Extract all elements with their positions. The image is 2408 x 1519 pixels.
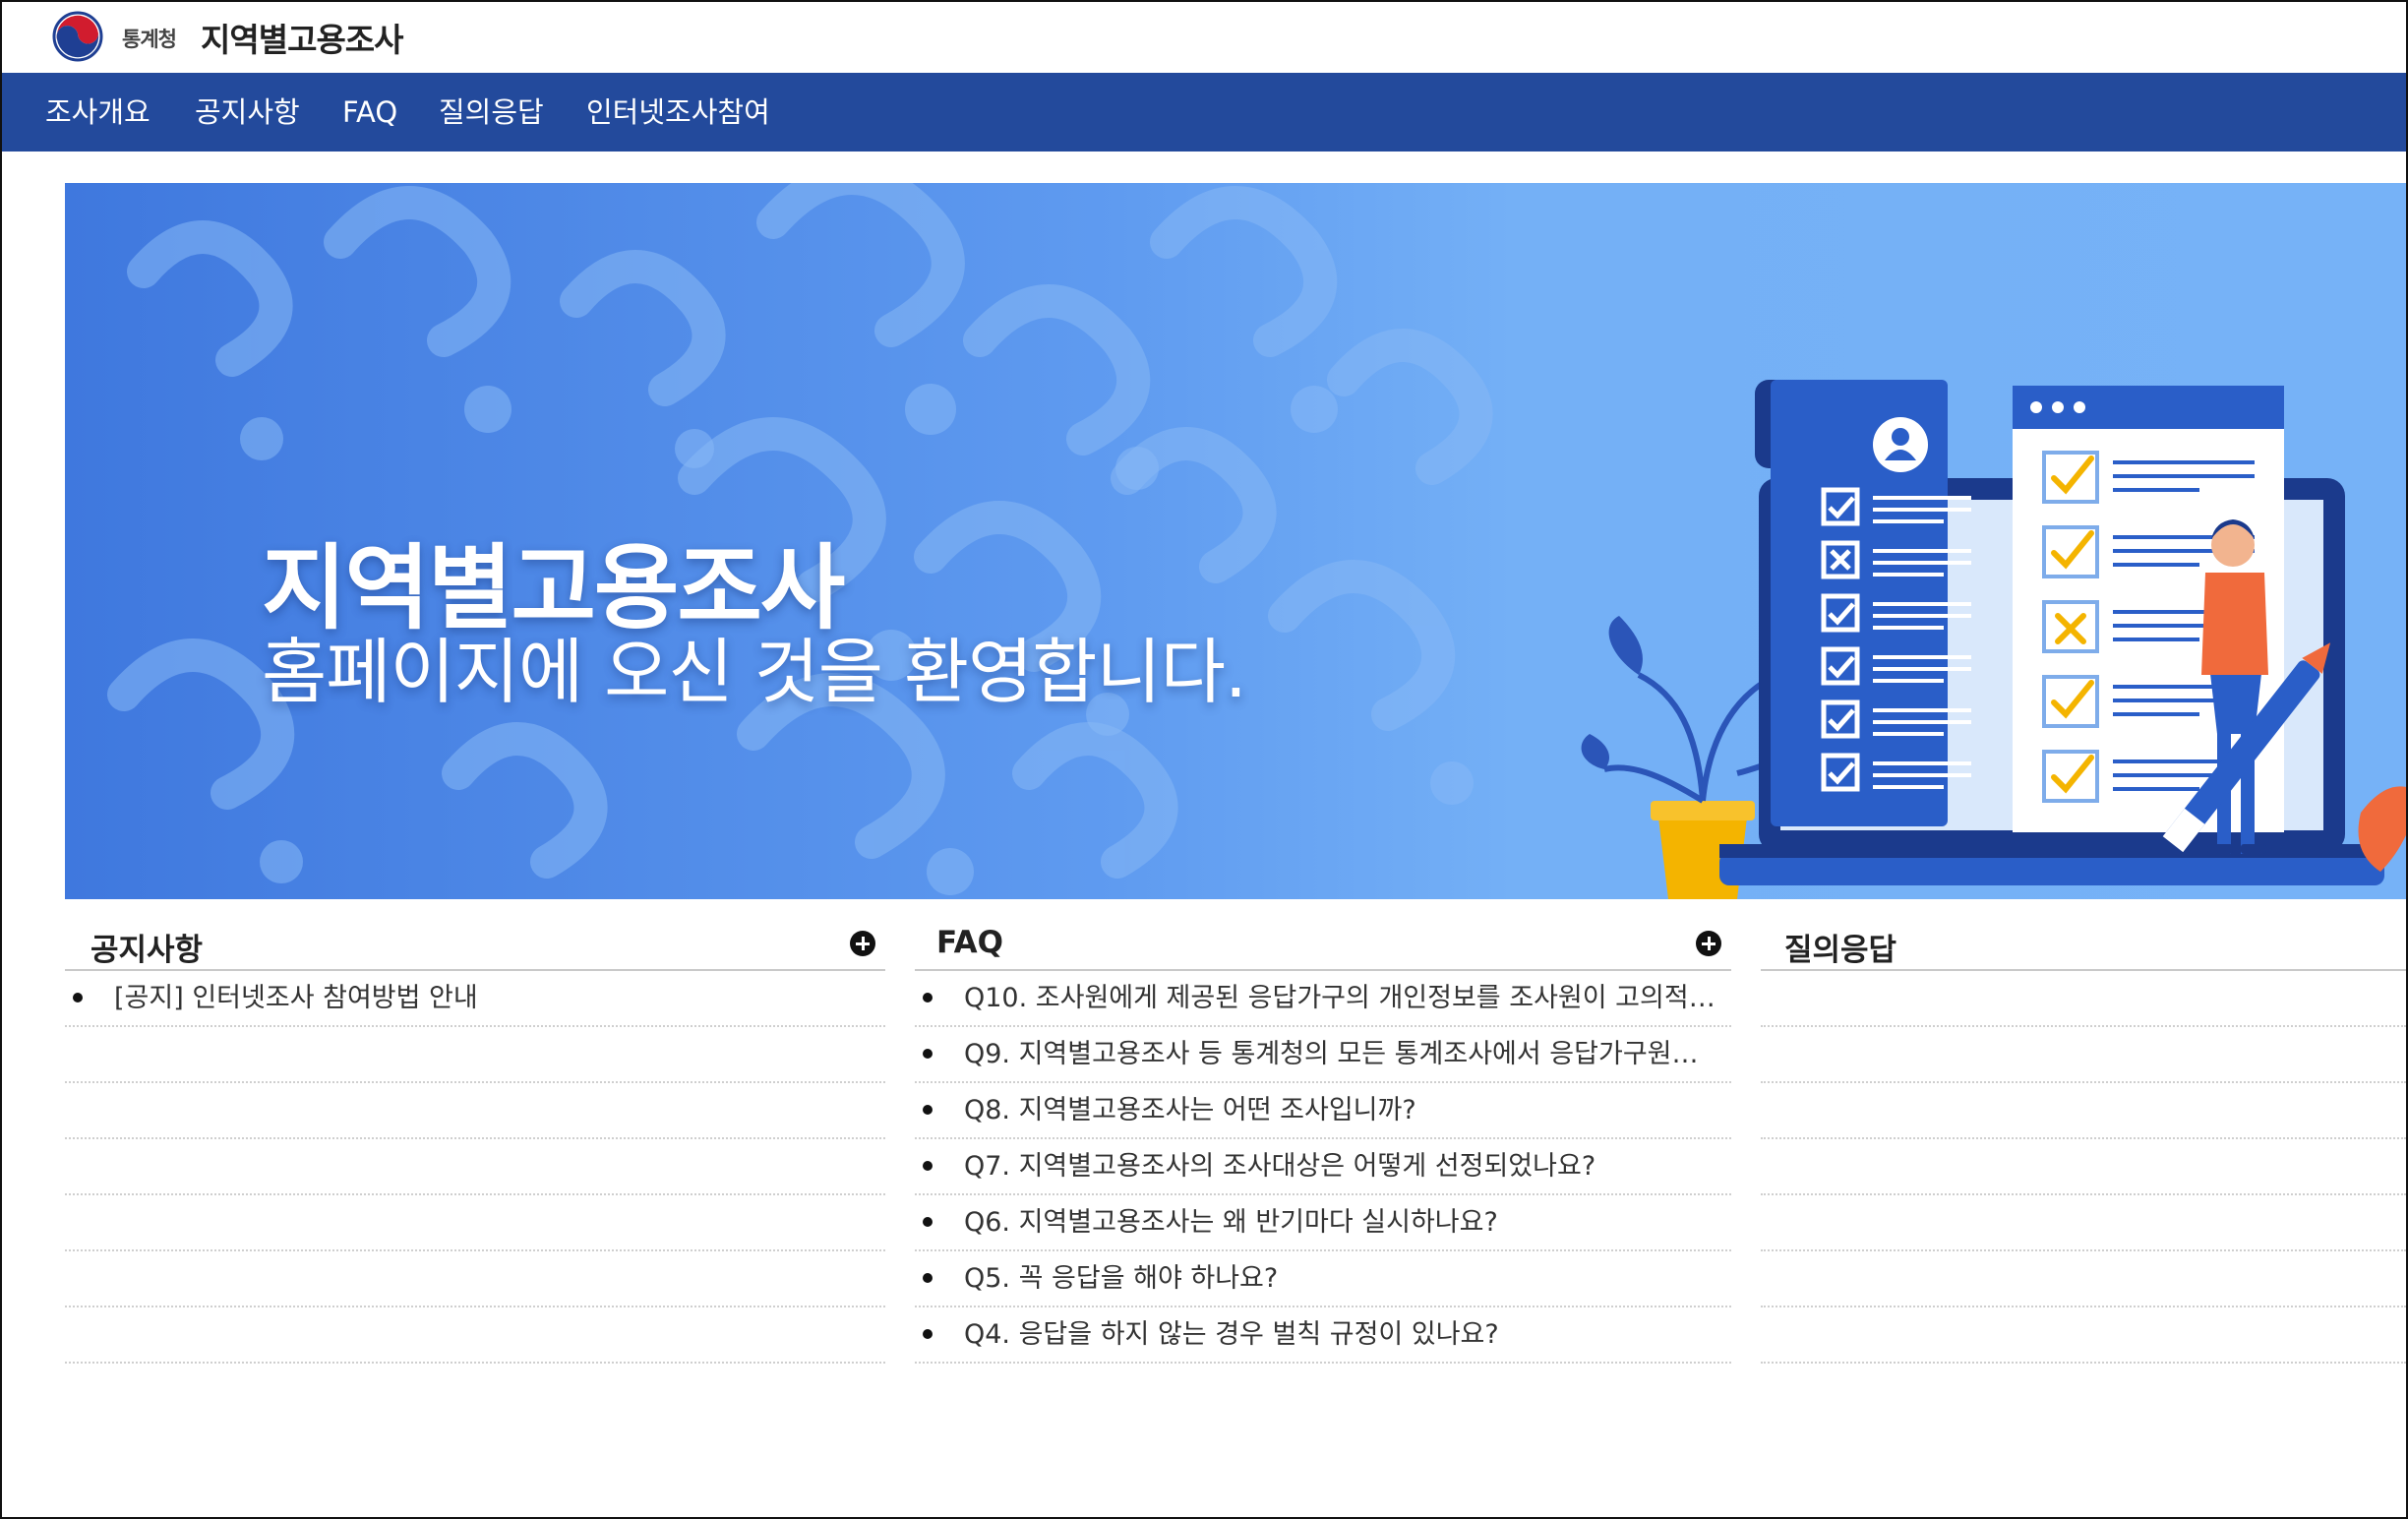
list-item: [공지] 인터넷조사 참여방법 안내 xyxy=(65,971,885,1027)
bullet-icon xyxy=(923,1273,933,1283)
faq-more-plus-icon[interactable] xyxy=(1696,931,1721,956)
list-item: Q8. 지역별고용조사는 어떤 조사입니까? xyxy=(915,1083,1731,1139)
faq-board: FAQ Q10. 조사원에게 제공된 응답가구의 개인정보를 조사원이 고의적으… xyxy=(915,915,1731,1367)
bullet-icon xyxy=(923,1329,933,1339)
banner-subtitle: 홈페이지에 오신 것을 환영합니다. xyxy=(262,631,1247,713)
list-item-empty xyxy=(65,1251,885,1307)
notice-board-header: 공지사항 xyxy=(65,915,885,971)
list-item-empty xyxy=(1761,971,2406,1027)
main-banner: 지역별고용조사 홈페이지에 오신 것을 환영합니다. xyxy=(65,183,2406,899)
faq-board-title: FAQ xyxy=(936,925,1003,960)
faq-link[interactable]: Q4. 응답을 하지 않는 경우 벌칙 규정이 있나요? xyxy=(964,1315,1721,1355)
list-item-empty xyxy=(65,1139,885,1195)
government-logo-icon[interactable] xyxy=(49,8,106,65)
nav-item-notice[interactable]: 공지사항 xyxy=(195,73,300,152)
list-item-empty xyxy=(1761,1139,2406,1195)
list-item-empty xyxy=(65,1307,885,1364)
nav-item-qna[interactable]: 질의응답 xyxy=(439,73,544,152)
bullet-icon xyxy=(923,1217,933,1227)
main-nav: 조사개요 공지사항 FAQ 질의응답 인터넷조사참여 xyxy=(2,73,2406,152)
list-item-empty xyxy=(1761,1251,2406,1307)
bullet-icon xyxy=(923,993,933,1003)
list-item: Q10. 조사원에게 제공된 응답가구의 개인정보를 조사원이 고의적으로 유출… xyxy=(915,971,1731,1027)
list-item: Q6. 지역별고용조사는 왜 반기마다 실시하나요? xyxy=(915,1195,1731,1251)
notice-board-title: 공지사항 xyxy=(90,933,204,968)
notice-board: 공지사항 [공지] 인터넷조사 참여방법 안내 xyxy=(65,915,885,1367)
list-item: Q4. 응답을 하지 않는 경우 벌칙 규정이 있나요? xyxy=(915,1307,1731,1364)
site-title[interactable]: 지역별고용조사 xyxy=(201,14,404,61)
list-item: Q9. 지역별고용조사 등 통계청의 모든 통계조사에서 응답가구원의 개인정보… xyxy=(915,1027,1731,1083)
bullet-icon xyxy=(73,993,83,1003)
list-item-empty xyxy=(65,1083,885,1139)
list-item-empty xyxy=(65,1027,885,1083)
bullet-icon xyxy=(923,1161,933,1171)
qna-board-header: 질의응답 xyxy=(1761,915,2406,971)
list-item-empty xyxy=(65,1195,885,1251)
faq-link[interactable]: Q7. 지역별고용조사의 조사대상은 어떻게 선정되었나요? xyxy=(964,1147,1721,1186)
notice-more-plus-icon[interactable] xyxy=(850,931,875,956)
bullet-icon xyxy=(923,1105,933,1115)
qna-board: 질의응답 xyxy=(1761,915,2406,1367)
notice-link[interactable]: [공지] 인터넷조사 참여방법 안내 xyxy=(114,979,875,1018)
faq-link[interactable]: Q6. 지역별고용조사는 왜 반기마다 실시하나요? xyxy=(964,1203,1721,1243)
org-name: 통계청 xyxy=(122,28,177,51)
list-item-empty xyxy=(1761,1307,2406,1364)
site-header: 통계청 지역별고용조사 xyxy=(2,2,2406,73)
faq-link[interactable]: Q5. 꼭 응답을 해야 하나요? xyxy=(964,1259,1721,1299)
list-item-empty xyxy=(1761,1027,2406,1083)
list-item-empty xyxy=(1761,1195,2406,1251)
faq-list: Q10. 조사원에게 제공된 응답가구의 개인정보를 조사원이 고의적으로 유출… xyxy=(915,971,1731,1364)
list-item: Q7. 지역별고용조사의 조사대상은 어떻게 선정되었나요? xyxy=(915,1139,1731,1195)
faq-board-header: FAQ xyxy=(915,915,1731,971)
list-item: Q5. 꼭 응답을 해야 하나요? xyxy=(915,1251,1731,1307)
notice-list: [공지] 인터넷조사 참여방법 안내 xyxy=(65,971,885,1364)
list-item-empty xyxy=(1761,1083,2406,1139)
qna-board-title: 질의응답 xyxy=(1784,933,1897,968)
faq-link[interactable]: Q10. 조사원에게 제공된 응답가구의 개인정보를 조사원이 고의적으로 유출… xyxy=(964,979,1721,1018)
faq-link[interactable]: Q9. 지역별고용조사 등 통계청의 모든 통계조사에서 응답가구원의 개인정보… xyxy=(964,1035,1721,1074)
nav-item-survey-overview[interactable]: 조사개요 xyxy=(45,73,150,152)
nav-item-faq[interactable]: FAQ xyxy=(342,73,397,152)
qna-list xyxy=(1761,971,2406,1364)
faq-link[interactable]: Q8. 지역별고용조사는 어떤 조사입니까? xyxy=(964,1091,1721,1130)
bullet-icon xyxy=(923,1049,933,1059)
nav-item-online-survey[interactable]: 인터넷조사참여 xyxy=(586,73,770,152)
